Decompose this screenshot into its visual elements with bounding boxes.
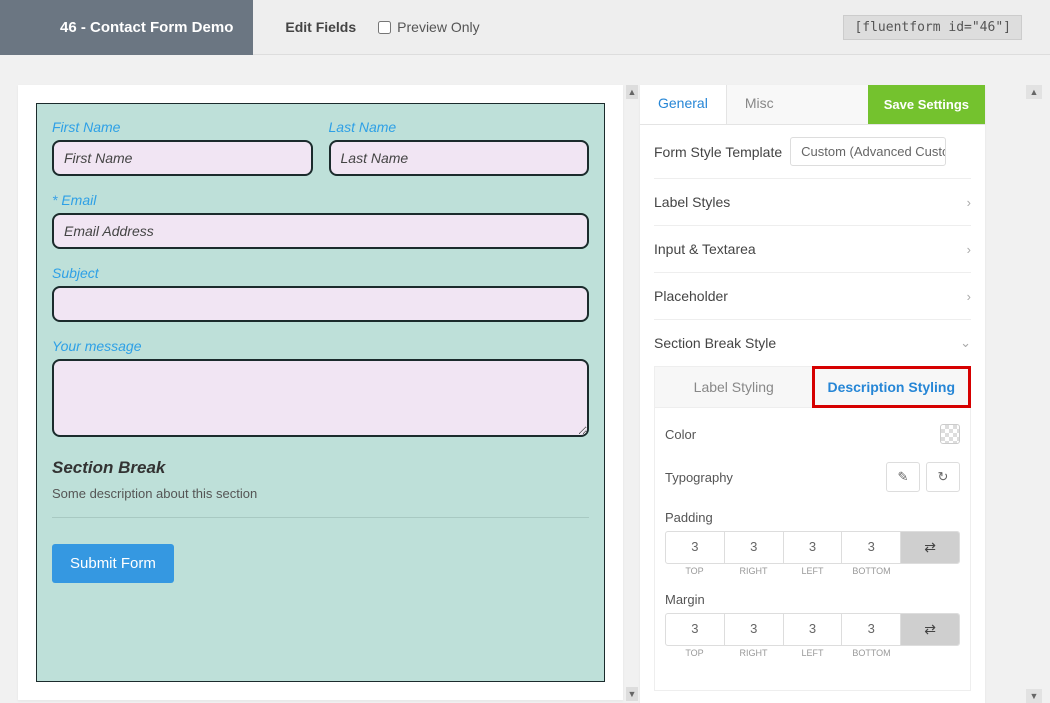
preview-only-toggle[interactable]: Preview Only [378, 19, 479, 35]
chevron-right-icon: › [967, 195, 971, 210]
prop-color-label: Color [665, 427, 696, 442]
preview-only-checkbox[interactable] [378, 21, 391, 34]
subject-input[interactable] [52, 286, 589, 322]
margin-left-input[interactable]: 3 [784, 614, 843, 645]
save-settings-button[interactable]: Save Settings [868, 85, 985, 124]
scroll-thumb[interactable] [1029, 99, 1039, 689]
scroll-down-icon[interactable]: ▼ [1026, 689, 1042, 703]
template-select[interactable]: Custom (Advanced Custom [790, 137, 946, 166]
link-values-icon[interactable]: ⇄ [901, 614, 959, 645]
submit-button[interactable]: Submit Form [52, 544, 174, 583]
chevron-right-icon: › [967, 289, 971, 304]
prop-margin-label: Margin [665, 592, 960, 607]
template-label: Form Style Template [654, 144, 782, 160]
prop-padding-label: Padding [665, 510, 960, 525]
last-name-input[interactable] [329, 140, 590, 176]
first-name-label: First Name [52, 119, 313, 135]
padding-left-input[interactable]: 3 [784, 532, 843, 563]
edit-icon[interactable]: ✎ [886, 462, 920, 492]
shortcode-display[interactable]: [fluentform id="46"] [843, 15, 1022, 40]
prop-typo-label: Typography [665, 470, 733, 485]
padding-right-input[interactable]: 3 [725, 532, 784, 563]
section-break-title: Section Break [52, 458, 589, 478]
settings-pane: General Misc Save Settings Form Style Te… [640, 55, 1050, 703]
top-bar: 46 - Contact Form Demo Edit Fields Previ… [0, 0, 1050, 55]
padding-inputs: 3 3 3 3 ⇄ [665, 531, 960, 564]
section-break-desc: Some description about this section [52, 486, 589, 518]
padding-top-input[interactable]: 3 [666, 532, 725, 563]
form-card: First Name Last Name * Email [18, 85, 623, 700]
padding-bottom-input[interactable]: 3 [842, 532, 901, 563]
scroll-up-icon[interactable]: ▲ [626, 85, 638, 99]
first-name-input[interactable] [52, 140, 313, 176]
acc-section-break-style[interactable]: Section Break Style ⌄ [654, 319, 971, 366]
message-textarea[interactable] [52, 359, 589, 437]
margin-right-input[interactable]: 3 [725, 614, 784, 645]
page-title: 46 - Contact Form Demo [0, 0, 253, 55]
link-values-icon[interactable]: ⇄ [901, 532, 959, 563]
subtab-label-styling[interactable]: Label Styling [655, 367, 813, 407]
tab-misc[interactable]: Misc [727, 85, 792, 124]
acc-placeholder[interactable]: Placeholder › [654, 272, 971, 319]
form-preview-pane: ▲ First Name Last Name [0, 55, 640, 703]
scroll-down-icon[interactable]: ▼ [626, 687, 638, 701]
message-label: Your message [52, 338, 589, 354]
chevron-right-icon: › [967, 242, 971, 257]
email-label: * Email [52, 192, 589, 208]
margin-bottom-input[interactable]: 3 [842, 614, 901, 645]
reset-icon[interactable]: ↻ [926, 462, 960, 492]
required-mark: * [52, 192, 57, 208]
panel-tabs: General Misc Save Settings [640, 85, 985, 125]
tab-general[interactable]: General [640, 85, 727, 124]
acc-input-textarea[interactable]: Input & Textarea › [654, 225, 971, 272]
margin-inputs: 3 3 3 3 ⇄ [665, 613, 960, 646]
margin-top-input[interactable]: 3 [666, 614, 725, 645]
chevron-down-icon: ⌄ [960, 335, 971, 351]
email-input[interactable] [52, 213, 589, 249]
last-name-label: Last Name [329, 119, 590, 135]
color-swatch[interactable] [940, 424, 960, 444]
right-scrollbar[interactable]: ▲ ▼ [1026, 85, 1042, 703]
subtab-description-styling[interactable]: Description Styling [813, 367, 971, 407]
subject-label: Subject [52, 265, 589, 281]
form-area: First Name Last Name * Email [36, 103, 605, 682]
preview-only-label: Preview Only [397, 19, 479, 35]
edit-fields-link[interactable]: Edit Fields [285, 19, 356, 35]
scroll-up-icon[interactable]: ▲ [1026, 85, 1042, 99]
acc-label-styles[interactable]: Label Styles › [654, 178, 971, 225]
